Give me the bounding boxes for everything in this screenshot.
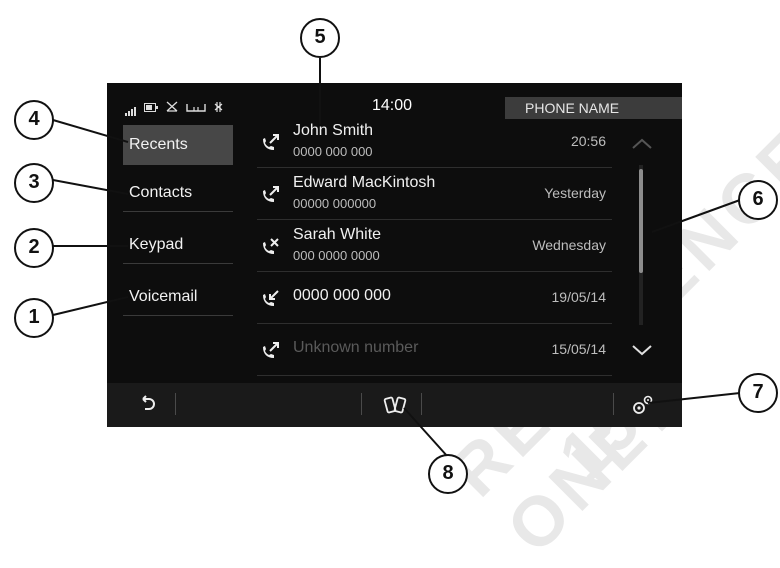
callout-8: 8 (428, 454, 468, 494)
callout-6: 6 (738, 180, 778, 220)
callout-5: 5 (300, 18, 340, 58)
callout-4: 4 (14, 100, 54, 140)
callout-7: 7 (738, 373, 778, 413)
callout-leader-lines (52, 58, 741, 458)
callout-3: 3 (14, 163, 54, 203)
callout-2: 2 (14, 228, 54, 268)
callout-1: 1 (14, 298, 54, 338)
